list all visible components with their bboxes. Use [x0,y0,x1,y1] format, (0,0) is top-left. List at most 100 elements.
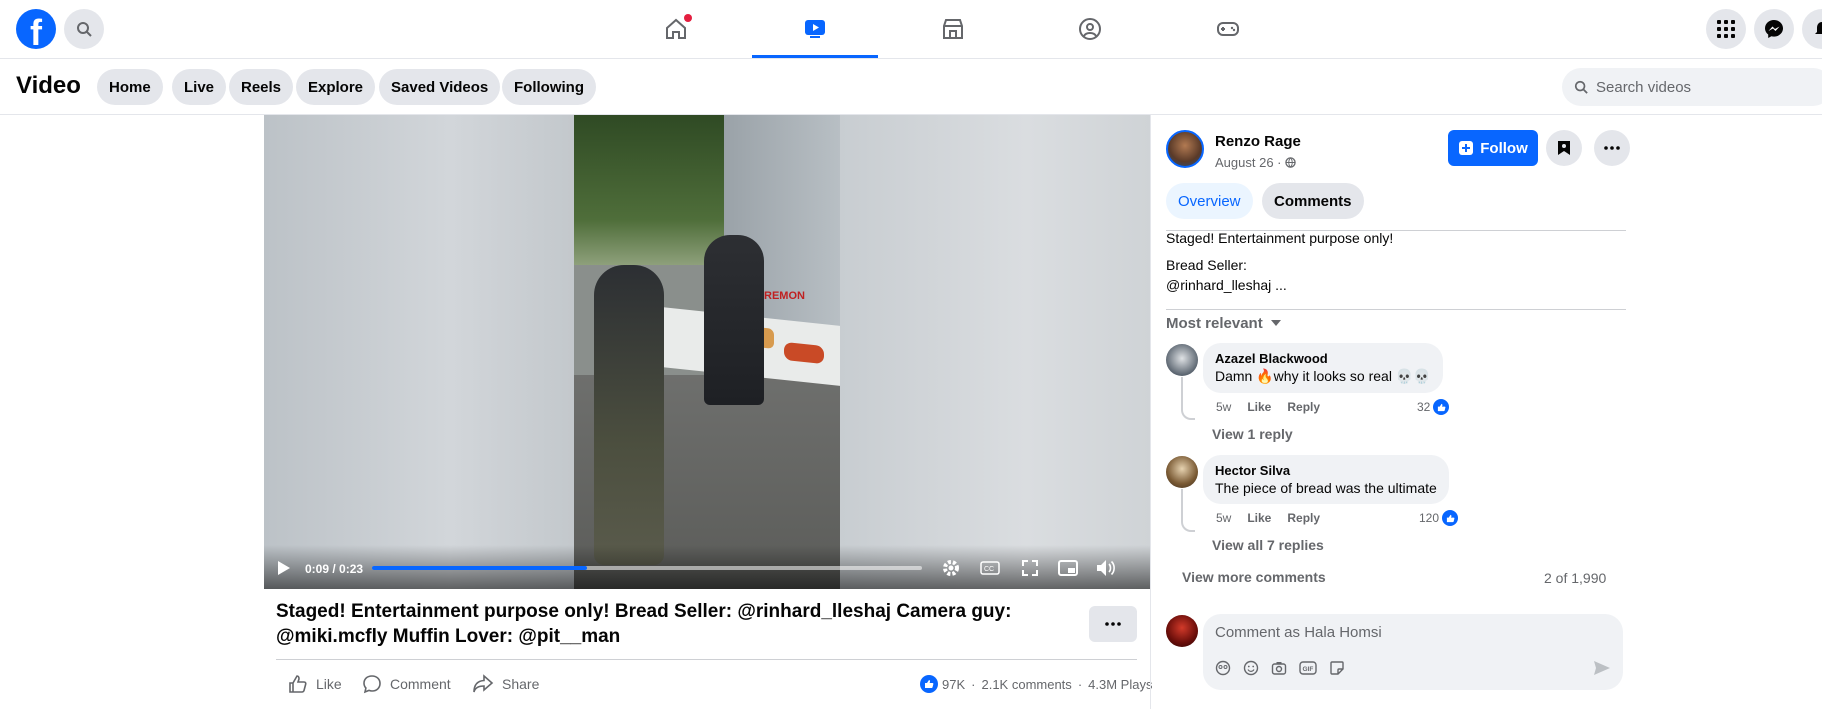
comment-time[interactable]: 5w [1216,400,1231,414]
comment-count[interactable]: 2.1K comments [981,677,1071,692]
like-reaction-icon [920,675,938,693]
chevron-down-icon [1270,320,1281,326]
comment-text: Damn 🔥why it looks so real 💀💀 [1215,368,1431,384]
camera-icon[interactable] [1271,660,1287,676]
nav-tab-groups[interactable] [1027,0,1153,58]
settings-button[interactable] [939,556,963,580]
comment-count-indicator: 2 of 1,990 [1544,570,1607,586]
emoji-icon[interactable] [1243,660,1259,676]
pill-following[interactable]: Following [502,69,596,105]
gaming-icon [1217,22,1239,36]
scene-muffins [784,341,824,365]
nav-tab-gaming[interactable] [1165,0,1291,58]
miniplayer-button[interactable] [1056,556,1080,580]
view-replies-link[interactable]: View 1 reply [1212,426,1293,442]
comment-reply-button[interactable]: Reply [1287,511,1320,525]
share-action[interactable]: Share [472,674,539,694]
nav-tab-home[interactable] [613,0,739,58]
commenter-name[interactable]: Azazel Blackwood [1215,351,1431,366]
send-icon[interactable] [1593,660,1611,676]
avatar-sticker-icon[interactable] [1215,660,1231,676]
comment-tools: GIF [1215,660,1345,676]
more-options-icon [1604,146,1620,150]
like-action[interactable]: Like [288,674,342,694]
bell-icon [1815,22,1822,34]
description-line-3[interactable]: @rinhard_lleshaj ... [1166,275,1287,295]
gear-icon [943,560,959,576]
comment-like-count[interactable]: 32 [1417,399,1450,415]
share-label: Share [502,676,540,692]
comment-meta: 5w Like Reply [1216,511,1320,525]
follow-button[interactable]: Follow [1448,130,1538,166]
pill-explore[interactable]: Explore [296,69,376,105]
messenger-button[interactable] [1754,9,1794,49]
tab-comments[interactable]: Comments [1262,183,1364,219]
follow-label: Follow [1480,139,1528,157]
scene-customer [594,265,664,565]
miniplayer-icon [1058,560,1078,576]
fullscreen-button[interactable] [1018,556,1042,580]
like-label: Like [316,676,342,692]
pill-saved-videos[interactable]: Saved Videos [379,69,501,105]
caption-divider [276,659,1137,660]
volume-button[interactable] [1094,556,1118,580]
comment-action[interactable]: Comment [362,674,451,694]
comment-like-button[interactable]: Like [1247,400,1271,414]
thumbs-up-icon [289,675,307,693]
current-user-avatar[interactable] [1166,615,1198,647]
comment-sort-dropdown[interactable]: Most relevant [1166,315,1281,332]
nav-tab-marketplace[interactable] [890,0,1016,58]
svg-text:CC: CC [984,566,994,573]
top-navigation-bar: f [0,0,1822,59]
play-button[interactable] [272,556,296,580]
comment-like-button[interactable]: Like [1247,511,1271,525]
panel-more-button[interactable] [1594,130,1630,166]
post-date-text: August 26 · [1215,155,1282,170]
like-reaction-icon [1433,399,1450,415]
comment-time[interactable]: 5w [1216,511,1231,525]
menu-button[interactable] [1706,9,1746,49]
commenter-avatar[interactable] [1166,456,1198,488]
comment-text: The piece of bread was the ultimate [1215,480,1437,496]
search-icon [1574,80,1588,94]
progress-fill [372,566,588,570]
commenter-avatar[interactable] [1166,344,1198,376]
comment-placeholder: Comment as Hala Homsi [1215,624,1382,641]
captions-button[interactable]: CC [978,556,1002,580]
reaction-count[interactable]: 97K [942,677,965,692]
reply-thread-line [1181,377,1195,420]
video-player[interactable]: REMON 0:09 / 0:23 CC [264,115,1150,589]
notifications-button[interactable] [1802,9,1822,49]
comment-input[interactable]: Comment as Hala Homsi GIF [1203,614,1623,690]
groups-icon [1079,18,1101,40]
video-details-panel: Renzo Rage August 26 · Follow Overview C… [1150,115,1822,709]
save-button[interactable] [1546,130,1582,166]
blurred-background-left [264,115,574,589]
scene-bread-seller [704,235,764,405]
view-replies-link[interactable]: View all 7 replies [1212,537,1324,553]
comment-bubble: Azazel Blackwood Damn 🔥why it looks so r… [1203,343,1443,393]
tab-overview[interactable]: Overview [1166,183,1253,219]
expand-icon [1022,560,1038,576]
comment-like-count[interactable]: 120 [1419,510,1459,526]
pill-live[interactable]: Live [172,69,227,105]
like-count-value: 120 [1419,511,1440,525]
gif-icon[interactable]: GIF [1299,660,1317,676]
marketplace-icon [943,19,963,39]
pill-reels[interactable]: Reels [229,69,294,105]
commenter-name[interactable]: Hector Silva [1215,463,1437,478]
comment-reply-button[interactable]: Reply [1287,400,1320,414]
progress-bar[interactable] [372,566,922,570]
facebook-logo[interactable]: f [16,9,56,53]
author-avatar[interactable] [1166,130,1204,168]
post-more-button[interactable] [1089,606,1137,642]
description-divider [1166,309,1626,310]
view-more-comments-link[interactable]: View more comments [1182,569,1326,585]
search-videos-input[interactable]: Search videos [1562,68,1822,106]
pill-home[interactable]: Home [97,69,163,105]
author-name[interactable]: Renzo Rage [1215,133,1301,150]
search-button[interactable] [64,9,104,49]
globe-icon [1285,157,1296,168]
nav-tab-video[interactable] [752,0,878,58]
sticker-icon[interactable] [1329,660,1345,676]
